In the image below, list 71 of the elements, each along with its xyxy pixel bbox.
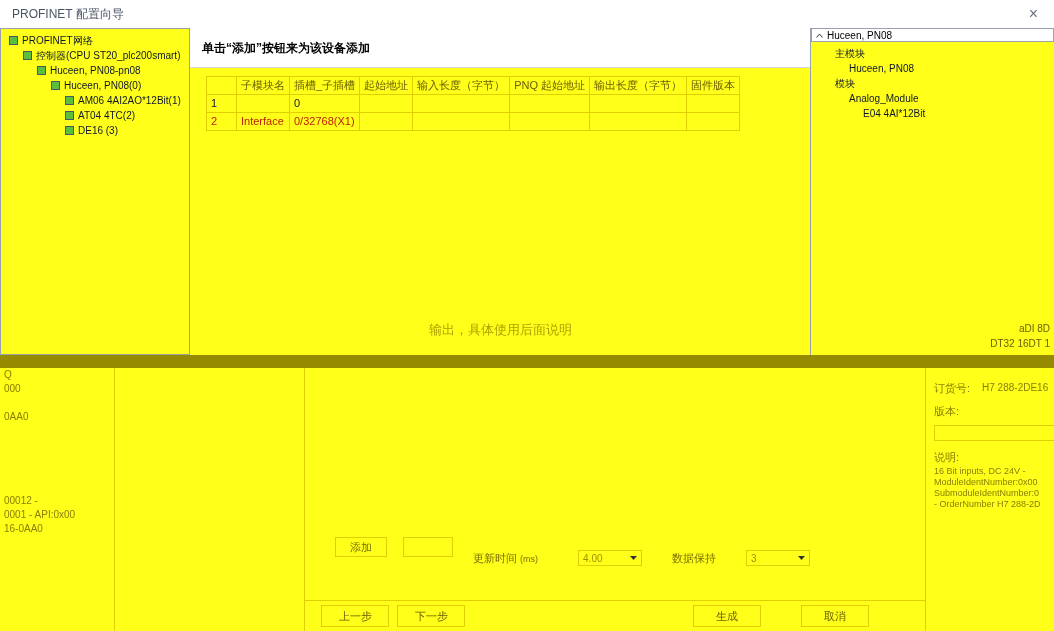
update-time-label: 更新时间 (ms) bbox=[473, 551, 539, 566]
tree-item[interactable]: Huceen, PN08-pn08 bbox=[50, 63, 141, 78]
node-icon bbox=[65, 96, 74, 105]
node-icon bbox=[37, 66, 46, 75]
tree-item[interactable]: AT04 4TC(2) bbox=[78, 108, 136, 123]
tree-item[interactable]: 模块 bbox=[835, 76, 855, 91]
info-text: 0AA0 bbox=[4, 410, 30, 424]
column-header: 子模块名 bbox=[236, 76, 290, 95]
instruction-text: 单击“添加”按钮来为该设备添加 bbox=[202, 39, 370, 57]
tree-item[interactable]: AM06 4AI2AO*12Bit(1) bbox=[78, 93, 181, 108]
order-value: H7 288-2DE16 bbox=[982, 381, 1049, 395]
column-header: 固件版本 bbox=[686, 76, 740, 95]
column-header: 起始地址 bbox=[359, 76, 413, 95]
dropdown-icon bbox=[630, 556, 638, 561]
caret-icon bbox=[816, 32, 823, 38]
info-text: 00012 - bbox=[4, 494, 39, 508]
table-cell: 0/32768(X1) bbox=[289, 112, 360, 131]
table-cell bbox=[686, 112, 740, 131]
node-icon bbox=[51, 81, 60, 90]
column-header: 输入长度（字节） bbox=[412, 76, 510, 95]
select-value: 4.00 bbox=[583, 551, 603, 566]
wizard-button[interactable]: 生成 bbox=[693, 605, 761, 627]
table-cell bbox=[359, 112, 413, 131]
column-header: 插槽_子插槽 bbox=[289, 76, 360, 95]
window-title: PROFINET 配置向导 bbox=[12, 6, 124, 23]
tree-item[interactable]: E04 4AI*12Bit bbox=[863, 106, 926, 121]
add-button[interactable]: 添加 bbox=[335, 537, 387, 558]
wizard-button[interactable]: 上一步 bbox=[321, 605, 389, 627]
tree-item[interactable]: 控制器(CPU ST20_plc200smart) bbox=[36, 48, 181, 63]
table-cell bbox=[359, 94, 413, 113]
device-dropdown[interactable]: Huceen, PN08 bbox=[811, 28, 1054, 42]
tree-item[interactable]: Analog_Module bbox=[849, 91, 919, 106]
column-header: 输出长度（字节） bbox=[589, 76, 687, 95]
close-button[interactable]: × bbox=[1024, 2, 1042, 26]
info-text: 000 bbox=[4, 382, 22, 396]
node-icon bbox=[23, 51, 32, 60]
description-text: ModuleIdentNumber:0x00 bbox=[934, 476, 1039, 488]
unit-text: (ms) bbox=[520, 554, 539, 564]
device-name: Huceen, PN08 bbox=[827, 28, 893, 43]
data-hold-label: 数据保持 bbox=[672, 551, 717, 566]
description-text: - OrderNumber H7 288-2D bbox=[934, 498, 1042, 510]
column-header: PNQ 起始地址 bbox=[509, 76, 590, 95]
node-icon bbox=[9, 36, 18, 45]
tree-item[interactable]: Huceen, PN08 bbox=[849, 61, 915, 76]
wizard-button[interactable]: 下一步 bbox=[397, 605, 465, 627]
description-text: SubmoduleIdentNumber:0 bbox=[934, 487, 1041, 499]
select-value: 3 bbox=[751, 551, 757, 566]
table-cell: 1 bbox=[206, 94, 237, 113]
table-cell: 2 bbox=[206, 112, 237, 131]
tree-item[interactable]: DE16 (3) bbox=[78, 123, 118, 138]
tree-item[interactable]: Huceen, PN08(0) bbox=[64, 78, 142, 93]
tree-item[interactable]: DT32 16DT 1 bbox=[990, 336, 1050, 351]
tree-item[interactable]: 主模块 bbox=[835, 46, 865, 61]
table-cell: Interface bbox=[236, 112, 290, 131]
description-label: 说明: bbox=[934, 450, 961, 465]
note-text: 输出，具体使用后面说明 bbox=[428, 320, 572, 339]
info-text: 16-0AA0 bbox=[4, 522, 44, 536]
node-icon bbox=[65, 126, 74, 135]
info-text: 0001 - API:0x00 bbox=[4, 508, 77, 522]
wizard-button[interactable]: 取消 bbox=[801, 605, 869, 627]
tree-item[interactable]: aDI 8D bbox=[1018, 321, 1050, 336]
description-text: 16 Bit inputs, DC 24V - bbox=[934, 465, 1027, 477]
order-label: 订货号: bbox=[934, 381, 971, 396]
tree-item[interactable]: PROFINET网络 bbox=[22, 33, 93, 48]
dropdown-icon bbox=[798, 556, 806, 561]
table-cell: 0 bbox=[289, 94, 360, 113]
node-icon bbox=[65, 111, 74, 120]
table-cell bbox=[686, 94, 740, 113]
table-cell bbox=[236, 94, 290, 113]
version-label: 版本: bbox=[934, 403, 961, 419]
info-text: Q bbox=[4, 368, 13, 382]
